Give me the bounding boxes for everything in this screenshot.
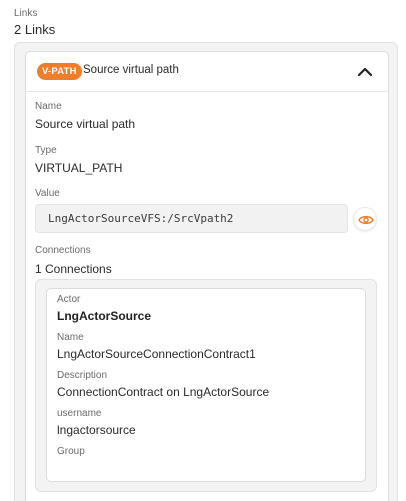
link-card-title: Source virtual path <box>83 64 179 76</box>
actor-value: LngActorSource <box>57 309 152 323</box>
actor-label: Actor <box>57 294 81 305</box>
links-label: Links <box>14 8 38 19</box>
description-label: Description <box>57 370 108 381</box>
link-details-panel: Links 2 Links V-PATH Source virtual path… <box>0 0 406 501</box>
links-count: 2 Links <box>14 22 56 37</box>
type-label: Type <box>35 145 57 156</box>
connection-name-value: LngActorSourceConnectionContract1 <box>57 347 256 361</box>
value-field: LngActorSourceVFS:/SrcVpath2 <box>35 204 348 233</box>
chevron-up-icon[interactable] <box>356 63 374 81</box>
username-label: username <box>57 408 102 419</box>
description-value: ConnectionContract on LngActorSource <box>57 385 270 399</box>
group-label: Group <box>57 446 85 457</box>
name-value: Source virtual path <box>35 117 136 131</box>
eye-icon <box>358 215 374 225</box>
connection-name-label: Name <box>57 332 84 343</box>
reveal-value-button[interactable] <box>353 207 377 231</box>
value-label: Value <box>35 188 60 199</box>
connections-count: 1 Connections <box>35 262 112 276</box>
link-card-header[interactable]: V-PATH Source virtual path <box>26 52 388 92</box>
value-text: LngActorSourceVFS:/SrcVpath2 <box>48 212 234 225</box>
connections-label: Connections <box>35 245 91 256</box>
link-type-badge: V-PATH <box>37 63 82 80</box>
username-value: lngactorsource <box>57 423 136 437</box>
name-label: Name <box>35 101 62 112</box>
type-value: VIRTUAL_PATH <box>35 161 123 175</box>
